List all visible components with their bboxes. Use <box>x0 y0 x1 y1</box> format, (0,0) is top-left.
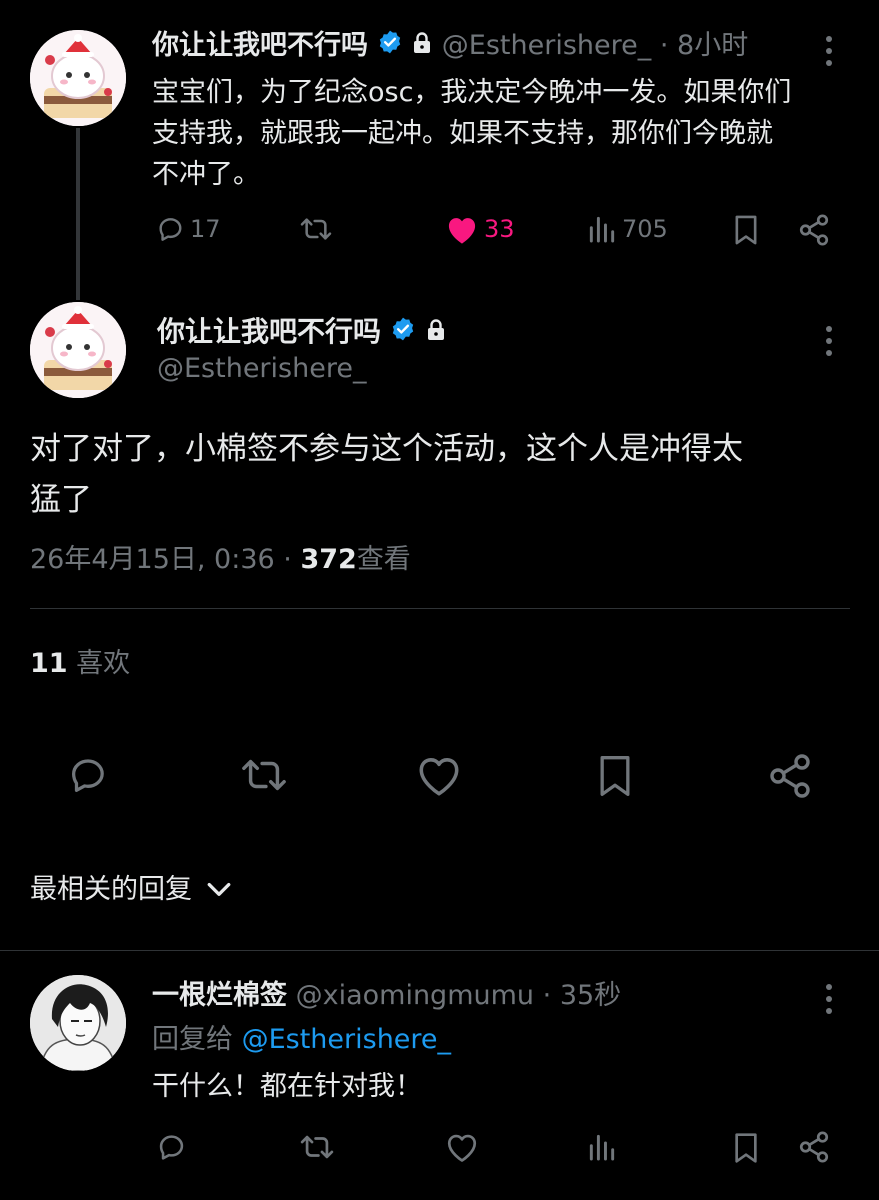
retweet-icon <box>300 1135 334 1159</box>
share-icon <box>799 1131 829 1163</box>
view-count: 372 <box>300 544 357 575</box>
bookmark-button[interactable] <box>730 1130 762 1166</box>
handle[interactable]: @xiaomingmumu <box>296 980 534 1011</box>
replying-to-handle[interactable]: @Estherishere_ <box>242 1024 451 1055</box>
author-name-row: 你让让我吧不行吗 <box>157 314 447 351</box>
display-name[interactable]: 一根烂棉签 <box>152 980 287 1011</box>
reply-button[interactable]: 17 <box>154 213 221 245</box>
reply-sort-label: 最相关的回复 <box>30 874 192 905</box>
share-button[interactable] <box>797 213 831 247</box>
verified-badge-icon <box>390 315 416 351</box>
likes-summary[interactable]: 11 喜欢 <box>30 647 130 681</box>
retweet-button[interactable] <box>298 213 334 245</box>
handle[interactable]: @Estherishere_ <box>157 352 366 386</box>
display-name[interactable]: 你让让我吧不行吗 <box>157 315 381 348</box>
like-button[interactable] <box>414 752 464 798</box>
divider <box>30 608 850 609</box>
time-separator: · <box>659 30 669 61</box>
share-button[interactable] <box>766 752 814 800</box>
heart-icon <box>447 1134 477 1162</box>
tweet-text: 对了对了，小棉签不参与这个活动，这个人是冲得太 猛了 <box>30 431 743 518</box>
reply-count: 17 <box>190 215 221 243</box>
retweet-icon <box>242 759 286 791</box>
lock-icon <box>411 29 433 65</box>
replying-to: 回复给 @Estherishere_ <box>152 1022 451 1058</box>
heart-filled-icon <box>448 218 476 244</box>
divider <box>0 950 879 951</box>
thread-connector <box>76 128 80 300</box>
views-button[interactable] <box>586 1130 618 1164</box>
retweet-button[interactable] <box>298 1130 336 1164</box>
replying-to-label: 回复给 <box>152 1024 233 1055</box>
like-label: 喜欢 <box>76 648 131 679</box>
heart-icon <box>419 758 459 796</box>
share-button[interactable] <box>797 1130 831 1164</box>
more-options-icon[interactable] <box>826 36 834 72</box>
avatar[interactable] <box>30 302 126 398</box>
view-label: 查看 <box>356 544 411 575</box>
reply-icon <box>159 218 182 241</box>
more-options-icon[interactable] <box>826 326 834 362</box>
bookmark-icon <box>735 1133 757 1163</box>
bookmark-icon <box>735 215 757 245</box>
like-button[interactable] <box>444 1130 480 1164</box>
views-button[interactable]: 705 <box>586 213 668 245</box>
more-options-icon[interactable] <box>826 984 834 1020</box>
reply-icon <box>71 759 104 792</box>
bookmark-button[interactable] <box>730 213 762 247</box>
reply-button[interactable] <box>64 752 112 798</box>
like-count: 33 <box>484 215 515 243</box>
avatar[interactable] <box>30 975 126 1071</box>
reply-button[interactable] <box>154 1130 188 1164</box>
retweet-icon <box>300 218 332 240</box>
bookmark-icon <box>600 756 630 796</box>
analytics-icon <box>589 216 615 243</box>
lock-icon <box>425 315 447 351</box>
bookmark-button[interactable] <box>593 752 637 800</box>
time-separator: · <box>542 980 552 1011</box>
reply-sort-dropdown[interactable]: 最相关的回复 <box>30 872 232 908</box>
view-count: 705 <box>622 215 668 243</box>
reply-text: 干什么！都在针对我！ <box>152 1071 422 1102</box>
timestamp[interactable]: 8小时 <box>677 30 748 61</box>
share-icon <box>770 754 810 798</box>
chevron-down-icon <box>207 882 231 896</box>
analytics-icon <box>589 1134 615 1161</box>
tweet-meta: 26年4月15日, 0:36 · 372查看 <box>30 543 411 577</box>
reply-header: 一根烂棉签 @xiaomingmumu · 35秒 <box>152 978 621 1014</box>
like-button[interactable]: 33 <box>444 213 515 245</box>
avatar[interactable] <box>30 30 126 126</box>
tweet-text: 宝宝们，为了纪念osc，我决定今晚冲一发。如果你们 支持我，就跟我一起冲。如果不… <box>152 77 792 190</box>
tweet-date[interactable]: 26年4月15日, 0:36 · <box>30 544 300 575</box>
tweet-header: 你让让我吧不行吗 @Estherishere_ · 8小时 <box>152 28 748 65</box>
like-count: 11 <box>30 648 68 679</box>
handle[interactable]: @Estherishere_ <box>442 30 651 61</box>
display-name[interactable]: 你让让我吧不行吗 <box>152 30 368 61</box>
reply-icon <box>159 1135 184 1160</box>
retweet-button[interactable] <box>238 752 290 798</box>
timestamp[interactable]: 35秒 <box>560 980 621 1011</box>
share-icon <box>799 214 829 246</box>
verified-badge-icon <box>377 29 403 65</box>
